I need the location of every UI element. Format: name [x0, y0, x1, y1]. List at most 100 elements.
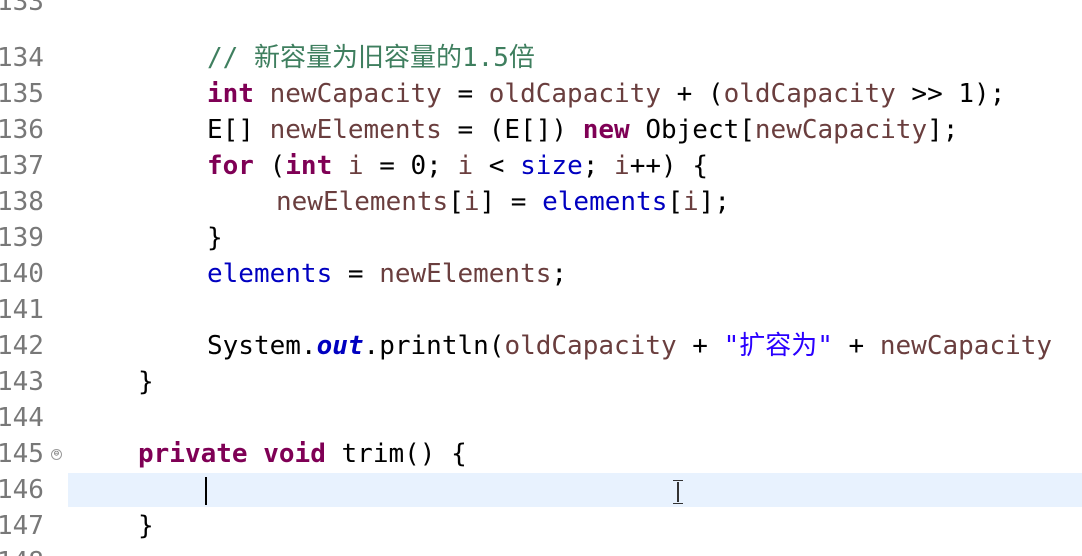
code-token: newElements — [276, 187, 449, 217]
code-token: + ( — [660, 79, 724, 109]
code-token: } — [138, 367, 154, 397]
code-text: // 新容量为旧容量的1.5倍 — [207, 40, 535, 76]
code-text: } — [138, 508, 154, 544]
line-number: 141 — [0, 295, 44, 325]
line-number: 144 — [0, 403, 44, 433]
code-token: int — [207, 79, 254, 109]
code-line-144[interactable]: 144 — [0, 400, 1082, 436]
line-number: 143 — [0, 367, 44, 397]
code-token: int — [285, 151, 333, 181]
code-text: newElements[i] = elements[i]; — [276, 184, 730, 220]
code-line-133[interactable]: 133 — [0, 0, 1082, 20]
code-line-140[interactable]: 140 elements = newElements; — [0, 256, 1082, 292]
code-token: ++) { — [629, 151, 708, 181]
line-number: 146 — [0, 475, 44, 505]
code-line-141[interactable]: 141 — [0, 292, 1082, 328]
code-line-138[interactable]: 138 newElements[i] = elements[i]; — [0, 184, 1082, 220]
code-line-134[interactable]: 134 // 新容量为旧容量的1.5倍 — [0, 40, 1082, 76]
code-token: [ — [448, 187, 464, 217]
code-line-137[interactable]: 137 for (int i = 0; i < size; i++) { — [0, 148, 1082, 184]
code-token: "扩容为" — [723, 331, 833, 361]
code-token: // — [207, 43, 254, 73]
code-token: ; — [582, 151, 615, 181]
code-token: ] = — [479, 187, 543, 217]
code-line-148[interactable]: 148 — [0, 544, 1082, 556]
code-editor[interactable]: 133 134 // 新容量为旧容量的1.5倍 135 int newCapacity … — [0, 0, 1082, 556]
code-text: } — [138, 364, 154, 400]
code-token: 新容量为旧容量的1.5倍 — [253, 43, 535, 73]
code-token: = — [441, 79, 489, 109]
code-text: for (int i = 0; i < size; i++) { — [207, 148, 708, 184]
code-token: elements — [542, 187, 668, 217]
code-token: ]; — [927, 115, 959, 145]
code-token: i — [683, 187, 699, 217]
code-token: E[] — [207, 115, 270, 145]
code-token: newCapacity — [879, 331, 1053, 361]
code-token: i — [457, 151, 474, 181]
code-token: i — [347, 151, 364, 181]
code-token: out — [316, 331, 364, 361]
code-token: Object[ — [629, 115, 755, 145]
code-token: } — [138, 511, 154, 541]
code-token: System. — [207, 331, 317, 361]
line-number: 148 — [0, 544, 51, 556]
code-token: newCapacity — [269, 79, 442, 109]
code-token: = 0; — [363, 151, 458, 181]
line-number: 142 — [0, 331, 44, 361]
line-number: 139 — [0, 223, 44, 253]
code-text: private void trim() { — [138, 436, 467, 472]
line-number: 138 — [0, 187, 44, 217]
code-token: private — [138, 439, 248, 469]
code-line-139[interactable]: 139} — [0, 220, 1082, 256]
code-token: + — [832, 331, 880, 361]
code-line-143[interactable]: 143} — [0, 364, 1082, 400]
code-token: = (E[]) — [441, 115, 583, 145]
code-token: new — [582, 115, 630, 145]
code-token: [ — [667, 187, 684, 217]
code-token: .println( — [363, 331, 505, 361]
code-text: } — [207, 220, 223, 256]
code-token: oldCapacity — [504, 331, 677, 361]
code-line-135[interactable]: 135 int newCapacity = oldCapacity + (oldC… — [0, 76, 1082, 112]
code-line-147[interactable]: 147} — [0, 508, 1082, 544]
code-token: ; — [551, 259, 568, 289]
code-text: int newCapacity = oldCapacity + (oldCapa… — [207, 76, 1005, 112]
line-number: 137 — [0, 151, 44, 181]
line-number: 147 — [0, 511, 44, 541]
code-line-136[interactable]: 136 E[] newElements = (E[]) new Object[ne… — [0, 112, 1082, 148]
code-text: E[] newElements = (E[]) new Object[newCa… — [207, 112, 958, 148]
code-token: for — [207, 151, 254, 181]
code-token: oldCapacity — [488, 79, 661, 109]
code-token: >> 1); — [895, 79, 1006, 109]
code-token: ]; — [698, 187, 730, 217]
code-token: void — [263, 439, 326, 469]
code-token: oldCapacity — [723, 79, 896, 109]
code-token: trim() { — [325, 439, 467, 469]
line-number: 145 — [0, 439, 44, 469]
code-token: } — [207, 223, 223, 253]
line-number: 140 — [0, 259, 44, 289]
code-token: i — [614, 151, 630, 181]
text-caret — [205, 477, 207, 505]
code-token: newCapacity — [754, 115, 928, 145]
code-text: elements = newElements; — [207, 256, 567, 292]
code-line-145[interactable]: 145 ⊖ private void trim() { — [0, 436, 1082, 472]
code-token: + — [676, 331, 724, 361]
code-token: < — [473, 151, 521, 181]
code-token: size — [520, 151, 583, 181]
line-number: 135 — [0, 79, 44, 109]
code-token: newElements — [269, 115, 442, 145]
mouse-ibeam-cursor — [672, 480, 684, 504]
code-token: elements — [207, 259, 333, 289]
code-line-146[interactable]: 146 — [0, 472, 1082, 508]
line-number: 133 — [0, 0, 44, 17]
code-token: newElements — [379, 259, 552, 289]
code-token: i — [463, 187, 480, 217]
code-line-142[interactable]: 142 System.out.println(oldCapacity + "扩容为… — [0, 328, 1082, 364]
line-number: 134 — [0, 43, 44, 73]
fold-toggle-icon[interactable]: ⊖ — [51, 449, 62, 460]
code-token: = — [332, 259, 380, 289]
